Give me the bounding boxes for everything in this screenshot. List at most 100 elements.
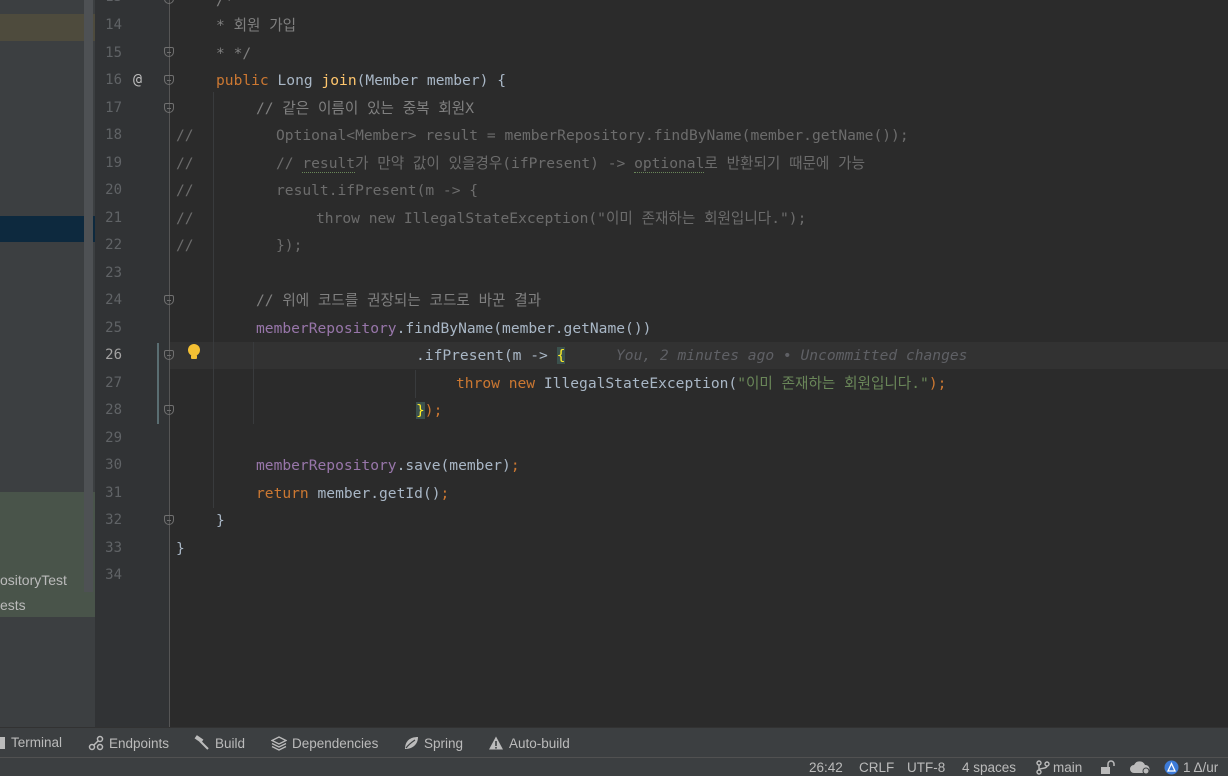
auto-build-tab[interactable]: Auto-build bbox=[488, 735, 570, 751]
code-line-27: throw new IllegalStateException("이미 존재하는… bbox=[456, 370, 946, 397]
code-line-24: // 위에 코드를 권장되는 코드로 바꾼 결과 bbox=[256, 292, 542, 309]
line-number: 33 bbox=[105, 540, 122, 556]
code-token-typo: result bbox=[302, 155, 356, 173]
comment-prefix: // bbox=[176, 155, 194, 172]
spring-leaf-icon bbox=[405, 737, 418, 749]
code-token-params: (Member member) { bbox=[356, 72, 506, 89]
fold-marker-icon[interactable] bbox=[164, 405, 174, 415]
caret-position[interactable]: 26:42 bbox=[809, 760, 843, 775]
layers-icon bbox=[271, 736, 287, 751]
unlock-icon[interactable] bbox=[1100, 760, 1116, 775]
line-number: 15 bbox=[105, 45, 122, 61]
project-item-highlight[interactable] bbox=[0, 14, 95, 41]
matched-brace: { bbox=[556, 347, 566, 364]
event-log-widget[interactable]: 1 Δ/ur bbox=[1163, 760, 1218, 775]
project-item-repository-test[interactable]: ositoryTest bbox=[0, 572, 95, 588]
fold-marker-icon[interactable] bbox=[164, 515, 174, 525]
endpoints-icon bbox=[88, 735, 104, 751]
matched-brace: } bbox=[416, 402, 425, 419]
code-token: ); bbox=[424, 402, 443, 419]
fold-marker-icon[interactable] bbox=[164, 295, 174, 305]
code-token: .ifPresent(m -> bbox=[416, 347, 557, 364]
line-separator[interactable]: CRLF bbox=[859, 760, 894, 775]
file-encoding[interactable]: UTF-8 bbox=[907, 760, 945, 775]
code-line-33: } bbox=[176, 540, 185, 557]
cloud-sync-icon[interactable] bbox=[1129, 760, 1153, 775]
code-line-31: return member.getId(); bbox=[256, 480, 449, 507]
git-branch-icon bbox=[1036, 760, 1050, 775]
tool-tab-label: Endpoints bbox=[109, 735, 170, 751]
line-number: 17 bbox=[105, 100, 122, 116]
endpoints-tab[interactable]: Endpoints bbox=[88, 735, 169, 751]
comment-prefix: // bbox=[176, 210, 194, 227]
line-number: 19 bbox=[105, 155, 122, 171]
vcs-branch-widget[interactable]: main bbox=[1036, 760, 1082, 775]
code-line-21: throw new IllegalStateException("이미 존재하는… bbox=[316, 210, 807, 227]
code-line-25: memberRepository.findByName(member.getNa… bbox=[256, 315, 651, 342]
line-number: 28 bbox=[105, 402, 122, 418]
git-blame-annotation[interactable]: You, 2 minutes ago • Uncommitted changes bbox=[616, 342, 967, 369]
line-number: 25 bbox=[105, 320, 122, 336]
indent-guide bbox=[415, 370, 416, 398]
line-number: 32 bbox=[105, 512, 122, 528]
code-line-18: Optional<Member> result = memberReposito… bbox=[276, 127, 909, 144]
code-token-type: Long bbox=[277, 72, 313, 89]
code-token-keyword: new bbox=[508, 375, 536, 392]
code-line-16: public Long join(Member member) { bbox=[216, 67, 506, 94]
lightbulb-icon[interactable] bbox=[186, 343, 202, 361]
fold-marker-icon[interactable] bbox=[164, 75, 174, 85]
build-tab[interactable]: Build bbox=[194, 735, 245, 751]
fold-marker-icon[interactable] bbox=[164, 47, 174, 57]
event-log-label: 1 Δ/ur bbox=[1183, 760, 1219, 775]
code-token: 가 만약 값이 있을경우(ifPresent) -> bbox=[355, 155, 635, 172]
indent-guide bbox=[253, 342, 254, 424]
line-number: 27 bbox=[105, 375, 122, 391]
tool-tab-label: Auto-build bbox=[509, 735, 570, 751]
line-number: 31 bbox=[105, 485, 122, 501]
line-number: 30 bbox=[105, 457, 122, 473]
code-token: member.getId() bbox=[317, 485, 441, 502]
code-line-14: * 회원 가입 bbox=[216, 17, 297, 34]
override-marker-icon[interactable]: @ bbox=[133, 70, 142, 88]
line-number: 20 bbox=[105, 182, 122, 198]
line-number: 13 bbox=[95, 0, 122, 5]
code-token: ; bbox=[510, 457, 520, 474]
line-number-current: 26 bbox=[105, 347, 122, 363]
terminal-tab[interactable]: Terminal bbox=[0, 735, 62, 750]
code-token-keyword: return bbox=[256, 485, 309, 502]
code-token-keyword: public bbox=[216, 72, 269, 89]
spring-tab[interactable]: Spring bbox=[403, 735, 463, 751]
code-token: ; bbox=[440, 485, 450, 502]
vcs-branch-label: main bbox=[1053, 760, 1083, 775]
fold-marker-icon[interactable] bbox=[164, 350, 174, 360]
code-line-15: * */ bbox=[216, 45, 252, 62]
dependencies-tab[interactable]: Dependencies bbox=[271, 735, 378, 751]
line-number: 18 bbox=[105, 127, 122, 143]
indent-settings[interactable]: 4 spaces bbox=[962, 760, 1016, 775]
tool-tab-label: Dependencies bbox=[292, 735, 379, 751]
project-scrollbar[interactable] bbox=[84, 0, 93, 592]
event-log-icon bbox=[1164, 760, 1179, 775]
project-item-tests[interactable]: ests bbox=[0, 597, 95, 613]
code-line-30: memberRepository.save(member); bbox=[256, 452, 520, 479]
code-line-20: result.ifPresent(m -> { bbox=[276, 182, 479, 199]
code-token-typo: optional bbox=[634, 155, 705, 173]
code-token-method: join bbox=[321, 72, 357, 89]
tool-windows-bar bbox=[0, 727, 1228, 757]
warning-icon bbox=[489, 736, 503, 750]
tool-tab-label: Build bbox=[215, 735, 246, 751]
code-token: // bbox=[276, 155, 303, 172]
line-number: 14 bbox=[105, 17, 122, 33]
vcs-change-marker[interactable] bbox=[157, 343, 159, 424]
code-token-field: memberRepository bbox=[256, 457, 397, 474]
code-line-26: .ifPresent(m -> { bbox=[416, 342, 566, 369]
terminal-icon bbox=[0, 736, 5, 749]
line-number: 22 bbox=[105, 237, 122, 253]
line-number: 29 bbox=[105, 430, 122, 446]
indent-guide bbox=[213, 92, 214, 508]
fold-marker-icon[interactable] bbox=[164, 103, 174, 113]
code-token-field: memberRepository bbox=[256, 320, 397, 337]
project-item-selected[interactable] bbox=[0, 216, 95, 242]
line-number: 16 bbox=[105, 72, 122, 88]
hammer-icon bbox=[194, 735, 209, 750]
